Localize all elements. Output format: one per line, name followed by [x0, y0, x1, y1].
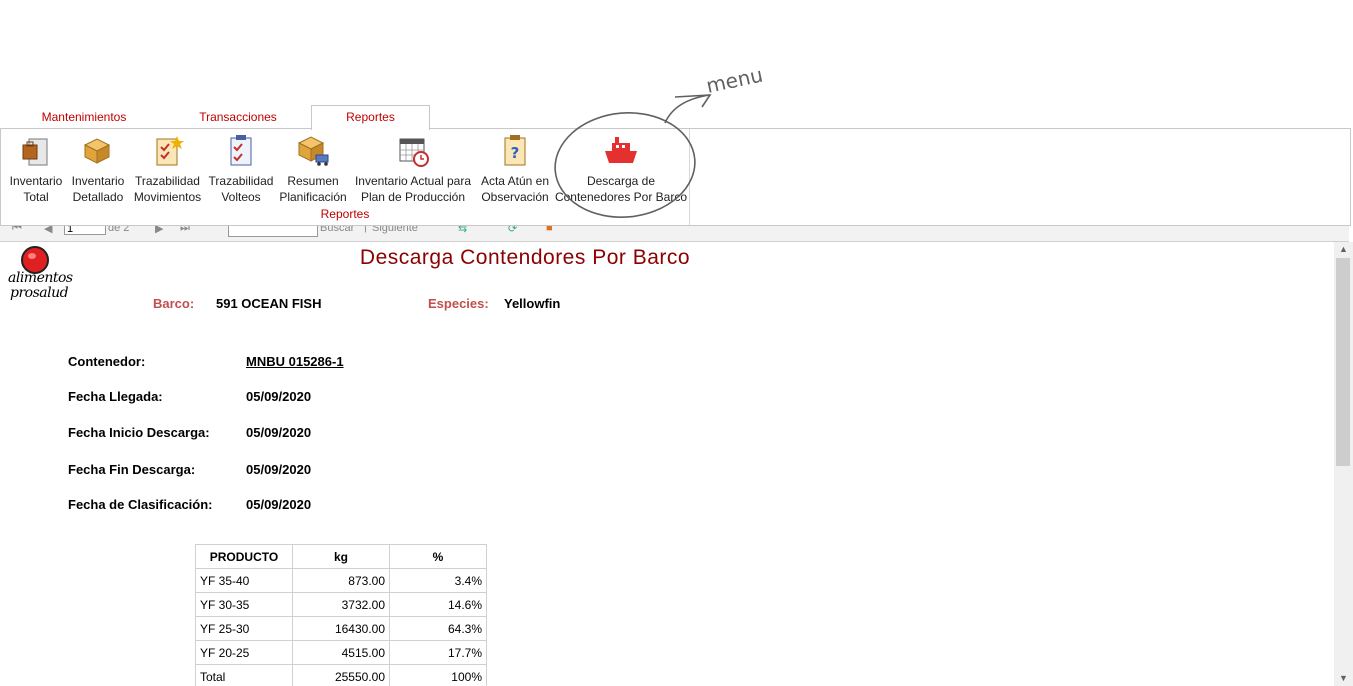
ribbon-label-1: Acta Atún en: [480, 174, 550, 188]
acta-atun-observacion-button[interactable]: ? Acta Atún en Observación: [477, 129, 553, 205]
table-row: YF 35-40 873.00 3.4%: [195, 568, 487, 593]
resumen-planificacion-button[interactable]: Resumen Planificación: [277, 129, 349, 205]
tab-reportes[interactable]: Reportes: [311, 105, 430, 130]
fecha-clasificacion-label: Fecha de Clasificación:: [68, 497, 213, 512]
ribbon-label-2: Observación: [481, 190, 549, 204]
ribbon-label-1: Trazabilidad: [135, 174, 200, 188]
barco-value: 591 OCEAN FISH: [216, 296, 322, 311]
cell-kg: 3732.00: [292, 592, 390, 617]
contenedor-link[interactable]: MNBU 015286-1: [246, 354, 344, 369]
svg-text:?: ?: [511, 144, 520, 162]
cell-kg: 4515.00: [292, 640, 390, 665]
contenedor-label: Contenedor:: [68, 354, 146, 369]
trazabilidad-volteos-button[interactable]: Trazabilidad Volteos: [208, 129, 274, 205]
logo-text-2: prosalud: [10, 285, 69, 301]
trazabilidad-movimientos-button[interactable]: Trazabilidad Movimientos: [131, 129, 204, 205]
inventario-detallado-button[interactable]: Inventario Detallado: [68, 129, 128, 205]
ribbon-label-1: Resumen: [287, 174, 339, 188]
fecha-clasificacion-value: 05/09/2020: [246, 497, 312, 512]
boxes-icon: [81, 133, 115, 167]
cell-percent: 14.6%: [389, 592, 487, 617]
fecha-fin-label: Fecha Fin Descarga:: [68, 462, 196, 477]
cell-kg: 16430.00: [292, 616, 390, 641]
header-producto: PRODUCTO: [195, 544, 293, 569]
ribbon-label-2: Plan de Producción: [360, 190, 466, 204]
fecha-inicio-label: Fecha Inicio Descarga:: [68, 425, 210, 440]
inventario-actual-button[interactable]: Inventario Actual para Plan de Producció…: [352, 129, 474, 205]
cell-producto: Total: [195, 664, 293, 686]
scroll-up-icon[interactable]: ▲: [1334, 242, 1353, 257]
ribbon-label-1: Inventario Actual para: [354, 174, 472, 188]
checklist-icon: [224, 133, 258, 167]
logo-text-1: alimentos: [8, 270, 73, 286]
report-viewer: alimentos prosalud Descarga Contendores …: [0, 242, 1334, 686]
cell-percent: 64.3%: [389, 616, 487, 641]
vertical-scrollbar[interactable]: ▲ ▼: [1334, 242, 1353, 686]
especies-label: Especies:: [428, 296, 489, 311]
fecha-fin-value: 05/09/2020: [246, 462, 312, 477]
cell-kg: 873.00: [292, 568, 390, 593]
clipboard-bag-icon: [19, 133, 53, 167]
table-row: YF 30-35 3732.00 14.6%: [195, 592, 487, 617]
ribbon-label-2: Volteos: [221, 190, 261, 204]
product-table: PRODUCTO kg % YF 35-40 873.00 3.4% YF 30…: [195, 544, 487, 686]
cell-producto: YF 30-35: [195, 592, 293, 617]
ribbon-label-2: Detallado: [72, 190, 124, 204]
inventario-total-button[interactable]: Inventario Total: [7, 129, 65, 205]
annotation-circle: [554, 112, 696, 218]
scroll-down-icon[interactable]: ▼: [1334, 671, 1353, 686]
report-title: Descarga Contendores Por Barco: [359, 246, 691, 269]
cell-percent: 17.7%: [389, 640, 487, 665]
cell-percent: 3.4%: [389, 568, 487, 593]
box-cart-icon: [296, 133, 330, 167]
fecha-inicio-value: 05/09/2020: [246, 425, 312, 440]
table-row: YF 25-30 16430.00 64.3%: [195, 616, 487, 641]
ribbon-label-1: Inventario: [9, 174, 63, 188]
annotation-arrow: [664, 94, 711, 124]
ribbon-label-2: Planificación: [279, 190, 347, 204]
table-row: YF 20-25 4515.00 17.7%: [195, 640, 487, 665]
checklist-star-icon: [151, 133, 185, 167]
cell-producto: YF 35-40: [195, 568, 293, 593]
cell-percent: 100%: [389, 664, 487, 686]
tab-transacciones[interactable]: Transacciones: [188, 106, 288, 128]
annotation-text: menu: [704, 63, 765, 98]
calendar-clock-icon: [396, 133, 430, 167]
ribbon-label-1: Trazabilidad: [208, 174, 274, 188]
cell-producto: YF 20-25: [195, 640, 293, 665]
question-clipboard-icon: ?: [498, 133, 532, 167]
ribbon-label-2: Total: [23, 190, 49, 204]
table-header-row: PRODUCTO kg %: [195, 544, 487, 569]
especies-value: Yellowfin: [504, 296, 561, 311]
cell-producto: YF 25-30: [195, 616, 293, 641]
table-total-row: Total 25550.00 100%: [195, 664, 487, 686]
cell-kg: 25550.00: [292, 664, 390, 686]
hand-annotation: menu: [554, 63, 765, 218]
barco-label: Barco:: [153, 296, 195, 311]
header-kg: kg: [292, 544, 390, 569]
ribbon-label-2: Movimientos: [133, 190, 202, 204]
ribbon-label-1: Inventario: [71, 174, 125, 188]
header-percent: %: [389, 544, 487, 569]
fecha-llegada-value: 05/09/2020: [246, 389, 312, 404]
tab-mantenimientos[interactable]: Mantenimientos: [28, 106, 140, 128]
scrollbar-thumb[interactable]: [1336, 258, 1350, 466]
fecha-llegada-label: Fecha Llegada:: [68, 389, 163, 404]
